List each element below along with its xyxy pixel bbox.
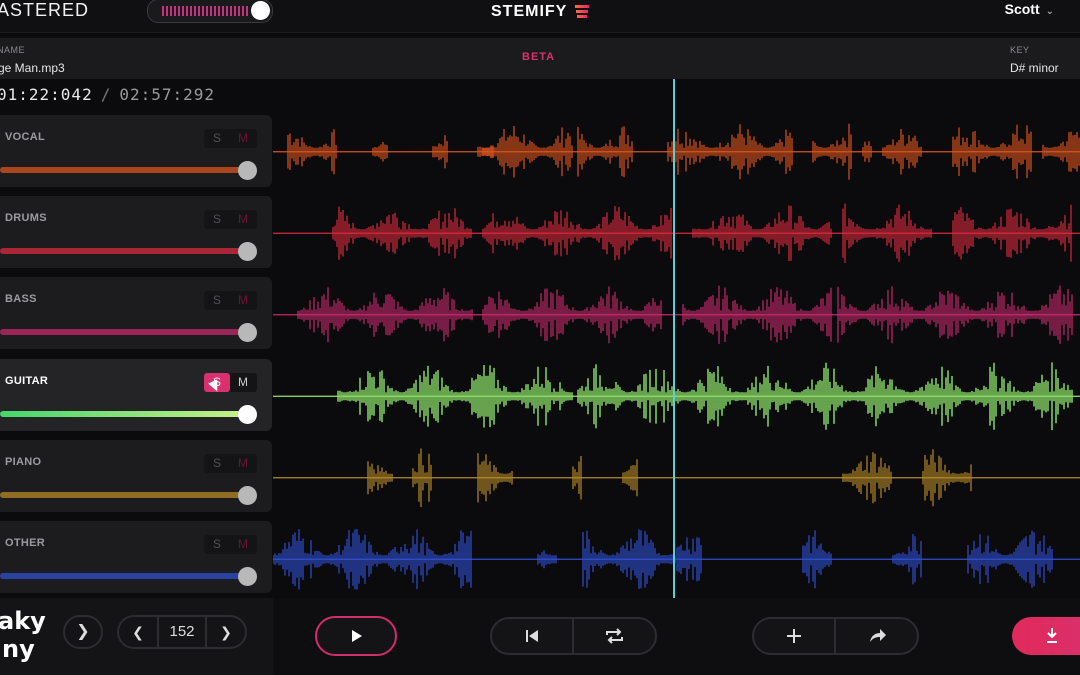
mute-button[interactable]: M [230, 454, 256, 473]
logo-mark-icon [574, 3, 589, 20]
mute-button[interactable]: M [230, 535, 256, 554]
play-icon [352, 630, 362, 642]
waveform-area[interactable] [273, 111, 1080, 598]
volume-bar[interactable] [0, 329, 248, 335]
track-panel-bass: BASS S M [0, 277, 272, 349]
stemify-logo: STEMIFY [491, 3, 589, 21]
add-button[interactable] [754, 619, 834, 653]
download-button[interactable] [1012, 617, 1080, 655]
waveform-bass [297, 285, 1073, 344]
chevron-right-icon[interactable]: ❯ [65, 617, 101, 647]
mute-button[interactable]: M [230, 210, 256, 229]
solo-button[interactable]: S [204, 129, 230, 148]
next-stem-group: ❯ [63, 615, 103, 649]
track-panel-other: OTHER S M [0, 521, 272, 593]
mastered-label: ASTERED [0, 0, 90, 20]
user-name: Scott [1004, 1, 1040, 17]
skip-back-button[interactable] [492, 619, 572, 653]
track-panel-drums: DRUMS S M [0, 196, 272, 268]
play-button[interactable] [315, 616, 397, 656]
volume-bar[interactable] [0, 248, 248, 254]
solo-mute-group: SM [204, 535, 257, 554]
plus-icon [787, 629, 801, 643]
mute-button[interactable]: M [230, 291, 256, 310]
current-time: 01:22:042 [0, 85, 93, 104]
svg-text:aky: aky [0, 607, 46, 635]
share-icon [870, 629, 886, 642]
volume-bar[interactable] [0, 492, 248, 498]
volume-knob[interactable] [238, 242, 257, 261]
volume-knob[interactable] [238, 161, 257, 180]
volume-knob[interactable] [238, 486, 257, 505]
solo-button[interactable]: S [204, 535, 230, 554]
playhead[interactable] [673, 79, 675, 598]
track-name: PIANO [5, 456, 42, 468]
share-button[interactable] [836, 619, 917, 653]
brand-logo: aky ny [0, 607, 46, 663]
track-panel-guitar: GUITAR S M [0, 359, 272, 431]
chevron-down-icon: ⌄ [1045, 6, 1054, 17]
svg-text:ny: ny [2, 635, 35, 663]
time-separator: / [100, 85, 112, 104]
solo-mute-group: SM [204, 454, 257, 473]
volume-bar[interactable] [0, 167, 248, 173]
mute-button[interactable]: M [230, 373, 256, 392]
volume-knob[interactable] [238, 323, 257, 342]
track-name: BASS [5, 293, 37, 305]
mute-button[interactable]: M [230, 129, 256, 148]
solo-mute-group: SM [204, 210, 257, 229]
slider-fill [162, 6, 248, 16]
skip-back-icon [526, 630, 538, 642]
loop-button[interactable] [574, 619, 655, 653]
volume-knob[interactable] [238, 567, 257, 586]
total-duration: 02:57:292 [119, 85, 216, 104]
track-name: VOCAL [5, 131, 45, 143]
solo-button[interactable]: S [204, 210, 230, 229]
loop-icon [606, 628, 623, 644]
actions-group [752, 617, 919, 655]
download-icon [1047, 628, 1057, 643]
logo-text: STEMIFY [491, 3, 568, 20]
track-name: OTHER [5, 537, 45, 549]
track-name: DRUMS [5, 212, 47, 224]
beta-badge: BETA [522, 51, 556, 63]
track-name: GUITAR [5, 375, 49, 387]
track-panel-vocal: VOCAL S M [0, 115, 272, 187]
user-menu[interactable]: Scott ⌄ [1005, 1, 1054, 17]
track-panel-piano: PIANO S M [0, 440, 272, 512]
chevron-left-icon[interactable]: ❮ [119, 617, 157, 647]
transport-group [490, 617, 657, 655]
solo-mute-group: SM [204, 129, 257, 148]
volume-knob[interactable] [238, 405, 257, 424]
key-value: D# minor [1010, 61, 1059, 75]
solo-button[interactable]: S [204, 454, 230, 473]
volume-bar[interactable] [0, 573, 248, 579]
mastered-intensity-slider[interactable] [147, 0, 273, 23]
time-readout: 01:22:042 / 02:57:292 [0, 85, 215, 104]
bpm-value[interactable]: 152 [159, 617, 205, 647]
solo-mute-group: SM [204, 291, 257, 310]
key-label: KEY [1010, 45, 1030, 55]
slider-knob[interactable] [251, 1, 270, 20]
volume-bar[interactable] [0, 411, 248, 417]
solo-button[interactable]: S [204, 291, 230, 310]
name-label: NAME [0, 45, 26, 55]
bpm-control: ❮ 152 ❯ [117, 615, 247, 649]
track-info-bar: NAME ge Man.mp3 BETA KEY D# minor [0, 38, 1080, 79]
chevron-right-icon[interactable]: ❯ [207, 617, 245, 647]
file-name: ge Man.mp3 [0, 61, 65, 75]
